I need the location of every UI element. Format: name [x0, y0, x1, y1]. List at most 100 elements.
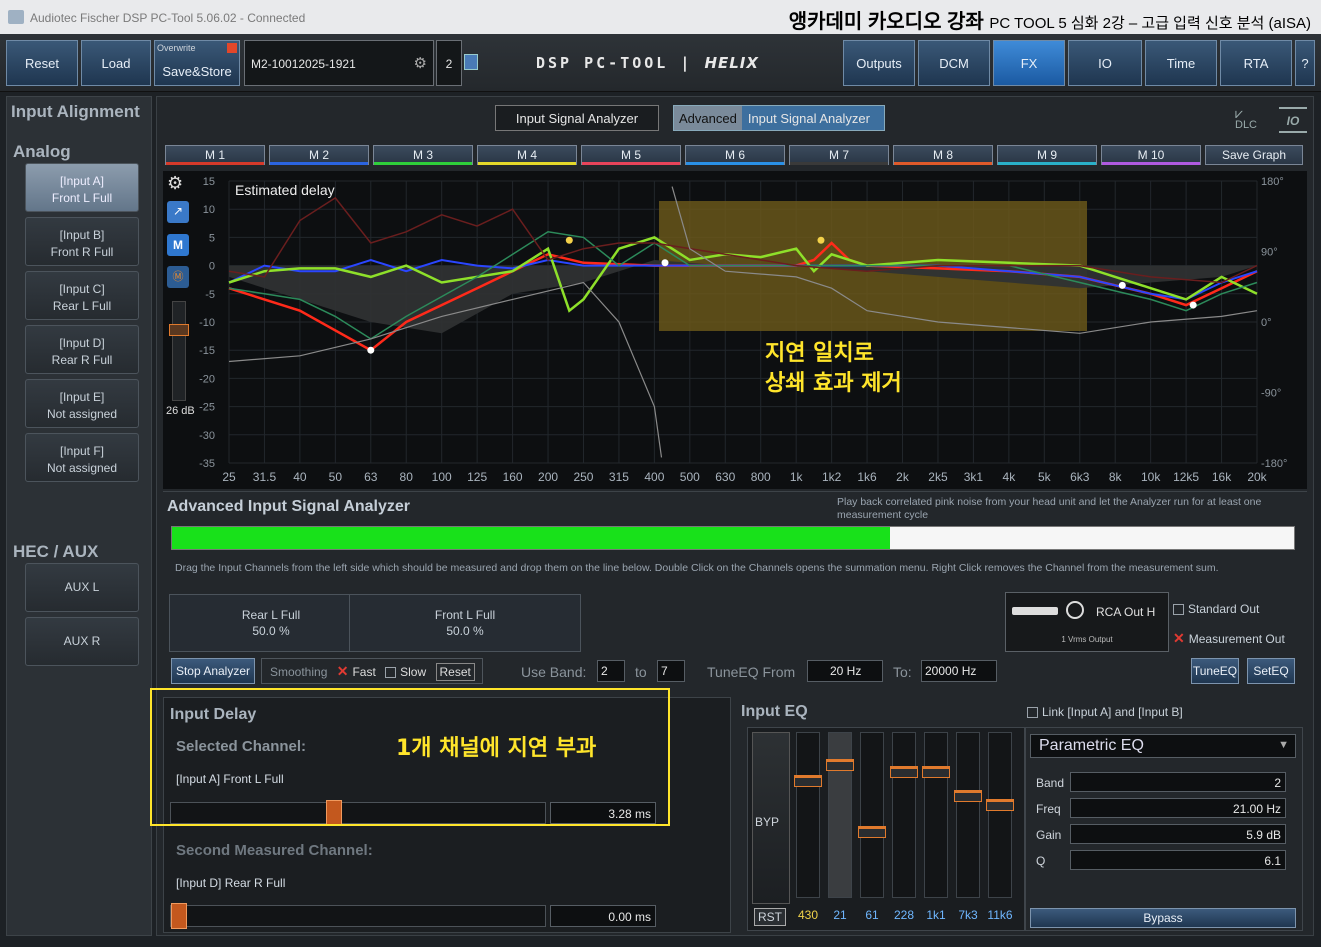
memory-button-5[interactable]: M 5 [581, 145, 681, 165]
second-delay-slider[interactable] [170, 903, 546, 929]
band-to-spinner[interactable]: 7 [657, 660, 685, 682]
sum-channel-rear-l[interactable]: Rear L Full 50.0 % [169, 594, 373, 652]
memory-button-7[interactable]: M 7 [789, 145, 889, 165]
memory-button-8[interactable]: M 8 [893, 145, 993, 165]
tab-dcm[interactable]: DCM [918, 40, 990, 86]
dlc-icon[interactable]: ⩗ DLC [1235, 106, 1263, 133]
analyzer-panel: Input Signal Analyzer Advanced Input Sig… [150, 96, 1314, 936]
measurement-out-option[interactable]: ✕ Measurement Out [1173, 630, 1285, 647]
memory-button-1[interactable]: M 1 [165, 145, 265, 165]
fast-option[interactable]: ✕ Fast [337, 663, 376, 679]
bypass-toggle[interactable]: BYP [752, 732, 790, 904]
seteq-button[interactable]: SetEQ [1247, 658, 1295, 684]
memory-button-10[interactable]: M 10 [1101, 145, 1201, 165]
link-inputs-checkbox[interactable]: Link [Input A] and [Input B] [1027, 705, 1183, 719]
y-tick-label: -15 [199, 345, 215, 357]
eq-band-fader-1[interactable] [794, 732, 822, 898]
eq-fader-knob[interactable] [826, 758, 854, 771]
standard-out-option[interactable]: Standard Out [1173, 602, 1259, 616]
gear-icon[interactable]: ⚙ [414, 54, 427, 72]
memory-button-3[interactable]: M 3 [373, 145, 473, 165]
eq-type-dropdown[interactable]: Parametric EQ ▼ [1030, 734, 1296, 758]
channel-input-b[interactable]: [Input B] Front R Full [25, 217, 139, 266]
overwrite-indicator[interactable] [227, 43, 237, 53]
memory-color-bar [478, 162, 576, 165]
tab-io[interactable]: IO [1068, 40, 1142, 86]
channel-input-d[interactable]: [Input D] Rear R Full [25, 325, 139, 374]
aux-l-button[interactable]: AUX L [25, 563, 139, 612]
channel-input-f[interactable]: [Input F] Not assigned [25, 433, 139, 482]
x-tick-label: 250 [573, 470, 593, 484]
band-field[interactable]: 2 [1070, 772, 1286, 792]
memory-button-2[interactable]: M 2 [269, 145, 369, 165]
eq-band-label: 228 [893, 908, 915, 922]
sum-channel-front-l[interactable]: Front L Full 50.0 % [349, 594, 581, 652]
channel-input-c[interactable]: [Input C] Rear L Full [25, 271, 139, 320]
selected-delay-slider[interactable] [170, 800, 546, 826]
y-tick-label: 15 [203, 176, 215, 188]
eq-reset-button[interactable]: RST [754, 908, 786, 926]
help-button[interactable]: ? [1295, 40, 1315, 86]
x-tick-label: 315 [609, 470, 629, 484]
tab-advanced-input-signal-analyzer[interactable]: Advanced Input Signal Analyzer [673, 105, 885, 131]
tuneeq-to-spinner[interactable]: 20000 Hz [921, 660, 997, 682]
channel-input-e[interactable]: [Input E] Not assigned [25, 379, 139, 428]
q-field[interactable]: 6.1 [1070, 850, 1286, 870]
eq-band-fader-4[interactable] [890, 732, 918, 898]
chevron-down-icon: ▼ [1278, 739, 1289, 751]
eq-fader-knob[interactable] [890, 766, 918, 778]
eq-fader-knob[interactable] [986, 799, 1014, 811]
app-logo: DSP PC-TOOL | HELIX [536, 54, 759, 72]
selected-delay-value[interactable]: 3.28 ms [550, 802, 656, 824]
second-delay-value[interactable]: 0.00 ms [550, 905, 656, 927]
eq-fader-knob[interactable] [954, 790, 982, 802]
eq-band-fader-3[interactable] [858, 732, 886, 898]
bypass-button[interactable]: Bypass [1030, 908, 1296, 928]
stop-analyzer-button[interactable]: Stop Analyzer [171, 658, 255, 684]
tab-time[interactable]: Time [1145, 40, 1217, 86]
memory-color-bar [998, 162, 1096, 165]
freq-field[interactable]: 21.00 Hz [1070, 798, 1286, 818]
eq-fader-knob[interactable] [922, 766, 950, 778]
x-tick-label: 1k2 [822, 470, 842, 484]
second-delay-knob[interactable] [171, 903, 187, 929]
gain-field[interactable]: 5.9 dB [1070, 824, 1286, 844]
x-tick-label: 400 [644, 470, 664, 484]
preset-name-field[interactable]: M2-10012025-1921 ⚙ [244, 40, 434, 86]
eq-band-fader-7[interactable] [986, 732, 1014, 898]
load-button[interactable]: Load [81, 40, 151, 86]
tuneeq-from-spinner[interactable]: 20 Hz [807, 660, 883, 682]
tab-rta[interactable]: RTA [1220, 40, 1292, 86]
eq-fader-knob[interactable] [858, 826, 886, 838]
rca-output-box: RCA Out H 1 Vrms Output [1005, 592, 1169, 652]
eq-band-fader-6[interactable] [954, 732, 982, 898]
memory-color-bar [790, 162, 888, 165]
selected-delay-knob[interactable] [325, 800, 342, 826]
reset-button[interactable]: Reset [6, 40, 78, 86]
eq-band-fader-5[interactable] [922, 732, 950, 898]
channel-input-a[interactable]: [Input A] Front L Full [25, 163, 139, 212]
x-tick-label: 100 [432, 470, 452, 484]
io-icon[interactable]: IO [1279, 107, 1307, 133]
smoothing-group: Smoothing ✕ Fast Slow Reset [261, 658, 483, 684]
memory-button-6[interactable]: M 6 [685, 145, 785, 165]
tab-fx[interactable]: FX [993, 40, 1065, 86]
band-from-spinner[interactable]: 2 [597, 660, 625, 682]
save-graph-button[interactable]: Save Graph [1205, 145, 1303, 165]
edit-icon[interactable] [464, 54, 478, 70]
slow-option[interactable]: Slow [385, 665, 426, 679]
eq-band-fader-2[interactable] [826, 732, 854, 898]
aux-r-button[interactable]: AUX R [25, 617, 139, 666]
memory-color-bar [686, 162, 784, 165]
smoothing-reset-button[interactable]: Reset [435, 663, 475, 681]
tab-input-signal-analyzer[interactable]: Input Signal Analyzer [495, 105, 659, 131]
x-tick-label: 1k [790, 470, 804, 484]
save-store-button[interactable]: Overwrite Save&Store [154, 40, 240, 86]
eq-fader-knob[interactable] [794, 775, 822, 787]
tab-outputs[interactable]: Outputs [843, 40, 915, 86]
memory-button-9[interactable]: M 9 [997, 145, 1097, 165]
tuneeq-button[interactable]: TuneEQ [1191, 658, 1239, 684]
delay-annotation: 1개 채널에 지연 부과 [396, 736, 597, 761]
y2-tick-label: 0° [1261, 317, 1272, 329]
memory-button-4[interactable]: M 4 [477, 145, 577, 165]
